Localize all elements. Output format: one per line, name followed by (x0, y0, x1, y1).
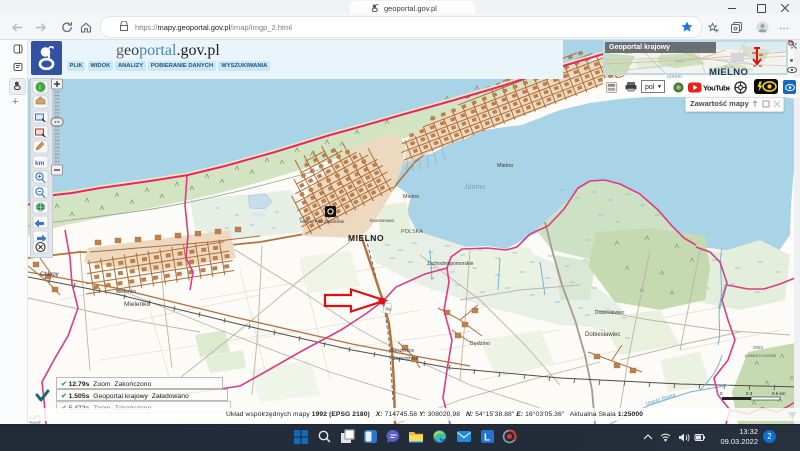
svg-text:Chłopy: Chłopy (40, 272, 59, 278)
svg-text:Dobiesławiec: Dobiesławiec (585, 332, 620, 338)
svg-text:0.3: 0.3 (746, 391, 753, 396)
svg-text:0.6 km: 0.6 km (772, 391, 786, 396)
svg-text:km: km (35, 160, 45, 167)
svg-text:Dobiesławiec: Dobiesławiec (595, 310, 625, 316)
svg-text:POLSKA: POLSKA (401, 229, 423, 235)
svg-text:Mielenko: Mielenko (124, 301, 150, 308)
svg-text:Mielno Pos.Zawińskie: Mielno Pos.Zawińskie (300, 219, 345, 224)
svg-text:L: L (484, 433, 490, 444)
svg-text:Manowo: Manowo (675, 60, 685, 63)
svg-text:Błeszenice: Błeszenice (390, 348, 414, 354)
svg-text:Mielno: Mielno (497, 163, 513, 169)
svg-text:MIELNO: MIELNO (348, 233, 384, 243)
svg-text:YouTube: YouTube (703, 84, 730, 93)
svg-text:Jamno: Jamno (464, 182, 485, 191)
svg-text:Mielenko: Mielenko (116, 289, 136, 295)
svg-text:Będzino: Będzino (470, 341, 490, 347)
svg-text:Strzeżenice: Strzeżenice (392, 356, 418, 362)
svg-text:Kamionowo: Kamionowo (370, 218, 394, 223)
svg-text:Mielno: Mielno (403, 194, 419, 200)
svg-text:powiat Koszalin: powiat Koszalin (745, 353, 777, 358)
svg-text:i: i (39, 84, 41, 92)
svg-text:Zachodniopomorskie: Zachodniopomorskie (427, 261, 474, 267)
svg-text:0053: 0053 (753, 345, 764, 350)
